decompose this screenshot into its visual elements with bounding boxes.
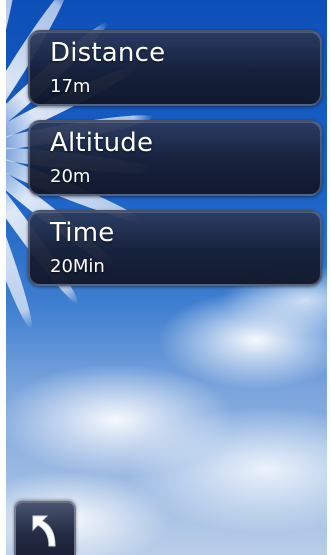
distance-value: 17m: [50, 76, 91, 97]
back-arrow-icon: [32, 515, 56, 547]
back-button[interactable]: [14, 501, 76, 555]
app-screen: Distance 17m Altitude 20m Time 20Min: [6, 0, 327, 555]
distance-card[interactable]: Distance 17m: [28, 30, 322, 106]
altitude-value: 20m: [50, 166, 91, 187]
altitude-title: Altitude: [50, 128, 154, 158]
time-title: Time: [50, 218, 115, 248]
time-value: 20Min: [50, 256, 105, 277]
time-card[interactable]: Time 20Min: [28, 210, 322, 286]
altitude-card[interactable]: Altitude 20m: [28, 120, 322, 196]
distance-title: Distance: [50, 38, 166, 68]
